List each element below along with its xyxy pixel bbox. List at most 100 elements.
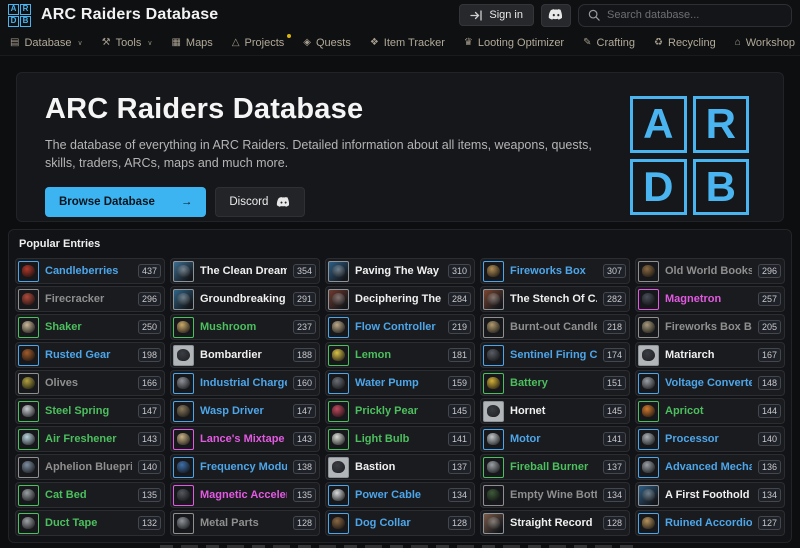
topbar-right: Sign in: [459, 4, 792, 27]
sign-in-label: Sign in: [489, 9, 523, 21]
entry-card[interactable]: Bastion 137: [325, 454, 475, 480]
entry-count-badge: 137: [603, 460, 626, 474]
entry-card[interactable]: Lemon 181: [325, 342, 475, 368]
nav-item-maps[interactable]: ▦ Maps: [171, 37, 212, 49]
discord-hero-button[interactable]: Discord: [215, 187, 305, 217]
entry-card[interactable]: Burnt-out Candles 218: [480, 314, 630, 340]
entry-card[interactable]: Hornet 145: [480, 398, 630, 424]
entry-card[interactable]: Ruined Accordion 127: [635, 510, 785, 536]
entry-card[interactable]: Lance's Mixtape ... 143: [170, 426, 320, 452]
entry-name: Deciphering The ...: [355, 293, 442, 305]
entry-card[interactable]: Cat Bed 135: [15, 482, 165, 508]
entry-name: Advanced Mecha...: [665, 461, 752, 473]
logo-letter: B: [20, 16, 31, 27]
nav-item-quests[interactable]: ◈ Quests: [303, 37, 351, 49]
entry-count-badge: 137: [448, 460, 471, 474]
nav-item-recycling[interactable]: ♻ Recycling: [654, 37, 716, 49]
entry-name: Steel Spring: [45, 405, 132, 417]
discord-icon: [548, 9, 564, 21]
entry-card[interactable]: Bombardier 188: [170, 342, 320, 368]
entry-card[interactable]: Deciphering The ... 284: [325, 286, 475, 312]
nav-item-projects[interactable]: △ Projects: [232, 37, 284, 49]
entry-card[interactable]: Metal Parts 128: [170, 510, 320, 536]
nav-item-tools[interactable]: ⚒ Tools ∨: [102, 37, 153, 49]
entry-card[interactable]: Olives 166: [15, 370, 165, 396]
entry-count-badge: 128: [293, 516, 316, 530]
entry-name: Metal Parts: [200, 517, 287, 529]
entry-card[interactable]: Frequency Modu... 138: [170, 454, 320, 480]
entry-card[interactable]: Shaker 250: [15, 314, 165, 340]
entry-count-badge: 181: [448, 348, 471, 362]
entry-name: Water Pump: [355, 377, 442, 389]
entry-card[interactable]: Industrial Charger 160: [170, 370, 320, 396]
search-input[interactable]: [607, 9, 782, 21]
login-arrow-icon: [470, 10, 483, 21]
site-logo[interactable]: A R D B: [8, 4, 31, 27]
hero-title: ARC Raiders Database: [45, 93, 605, 126]
entry-card[interactable]: Old World Books 296: [635, 258, 785, 284]
entry-card[interactable]: Voltage Converter 148: [635, 370, 785, 396]
wasp-driver-icon: [173, 401, 194, 422]
entry-card[interactable]: Air Freshener 143: [15, 426, 165, 452]
entry-card[interactable]: Candleberries 437: [15, 258, 165, 284]
entry-card[interactable]: Duct Tape 132: [15, 510, 165, 536]
entry-card[interactable]: Fireworks Box Bl... 205: [635, 314, 785, 340]
entry-card[interactable]: Motor 141: [480, 426, 630, 452]
entry-card[interactable]: Aphelion Blueprint 140: [15, 454, 165, 480]
straight-record-icon: [483, 513, 504, 534]
entry-card[interactable]: Apricot 144: [635, 398, 785, 424]
entry-card[interactable]: Paving The Way 310: [325, 258, 475, 284]
entry-card[interactable]: Straight Record 128: [480, 510, 630, 536]
nav-item-looting-optimizer[interactable]: ♛ Looting Optimizer: [464, 37, 564, 49]
browse-database-button[interactable]: Browse Database →: [45, 187, 206, 217]
entry-card[interactable]: A First Foothold 134: [635, 482, 785, 508]
entry-card[interactable]: Light Bulb 141: [325, 426, 475, 452]
candleberries-icon: [18, 261, 39, 282]
entry-card[interactable]: Firecracker 296: [15, 286, 165, 312]
entry-card[interactable]: Battery 151: [480, 370, 630, 396]
entry-card[interactable]: Magnetron 257: [635, 286, 785, 312]
metal-parts-icon: [173, 513, 194, 534]
entry-card[interactable]: Magnetic Acceler... 135: [170, 482, 320, 508]
nav-item-workshop[interactable]: ⌂ Workshop: [735, 37, 795, 49]
entry-card[interactable]: Steel Spring 147: [15, 398, 165, 424]
nav-item-crafting[interactable]: ✎ Crafting: [583, 37, 635, 49]
sign-in-button[interactable]: Sign in: [459, 4, 534, 26]
entry-card[interactable]: Fireworks Box 307: [480, 258, 630, 284]
entry-card[interactable]: Sentinel Firing C... 174: [480, 342, 630, 368]
nav-item-database[interactable]: ▤ Database ∨: [10, 37, 83, 49]
entry-card[interactable]: Advanced Mecha... 136: [635, 454, 785, 480]
entry-card[interactable]: Matriarch 167: [635, 342, 785, 368]
lemon-icon: [328, 345, 349, 366]
entry-count-badge: 134: [758, 488, 781, 502]
search-box: [578, 4, 792, 27]
entry-count-badge: 127: [758, 516, 781, 530]
water-pump-icon: [328, 373, 349, 394]
entry-card[interactable]: Water Pump 159: [325, 370, 475, 396]
entry-card[interactable]: Wasp Driver 147: [170, 398, 320, 424]
entry-card[interactable]: Mushroom 237: [170, 314, 320, 340]
entry-count-badge: 138: [293, 460, 316, 474]
entry-card[interactable]: Dog Collar 128: [325, 510, 475, 536]
item-tracker-icon: ❖: [370, 37, 379, 48]
entry-card[interactable]: Flow Controller 219: [325, 314, 475, 340]
crafting-icon: ✎: [583, 37, 591, 48]
entry-card[interactable]: Processor 140: [635, 426, 785, 452]
chevron-down-icon: ∨: [147, 39, 152, 47]
entry-card[interactable]: Empty Wine Bottle 134: [480, 482, 630, 508]
entry-card[interactable]: Rusted Gear 198: [15, 342, 165, 368]
entry-count-badge: 218: [603, 320, 626, 334]
entry-card[interactable]: Groundbreaking 291: [170, 286, 320, 312]
entry-card[interactable]: Prickly Pear 145: [325, 398, 475, 424]
entry-name: Burnt-out Candles: [510, 321, 597, 333]
main-nav: ▤ Database ∨ ⚒ Tools ∨ ▦ Maps △ Projects…: [0, 30, 800, 56]
entry-card[interactable]: Power Cable 134: [325, 482, 475, 508]
looting-optimizer-icon: ♛: [464, 37, 473, 48]
projects-icon: △: [232, 37, 240, 48]
discord-button[interactable]: [541, 4, 571, 27]
nav-item-item-tracker[interactable]: ❖ Item Tracker: [370, 37, 445, 49]
entry-card[interactable]: The Clean Dream 354: [170, 258, 320, 284]
entry-count-badge: 140: [138, 460, 161, 474]
entry-card[interactable]: The Stench Of C... 282: [480, 286, 630, 312]
entry-card[interactable]: Fireball Burner 137: [480, 454, 630, 480]
